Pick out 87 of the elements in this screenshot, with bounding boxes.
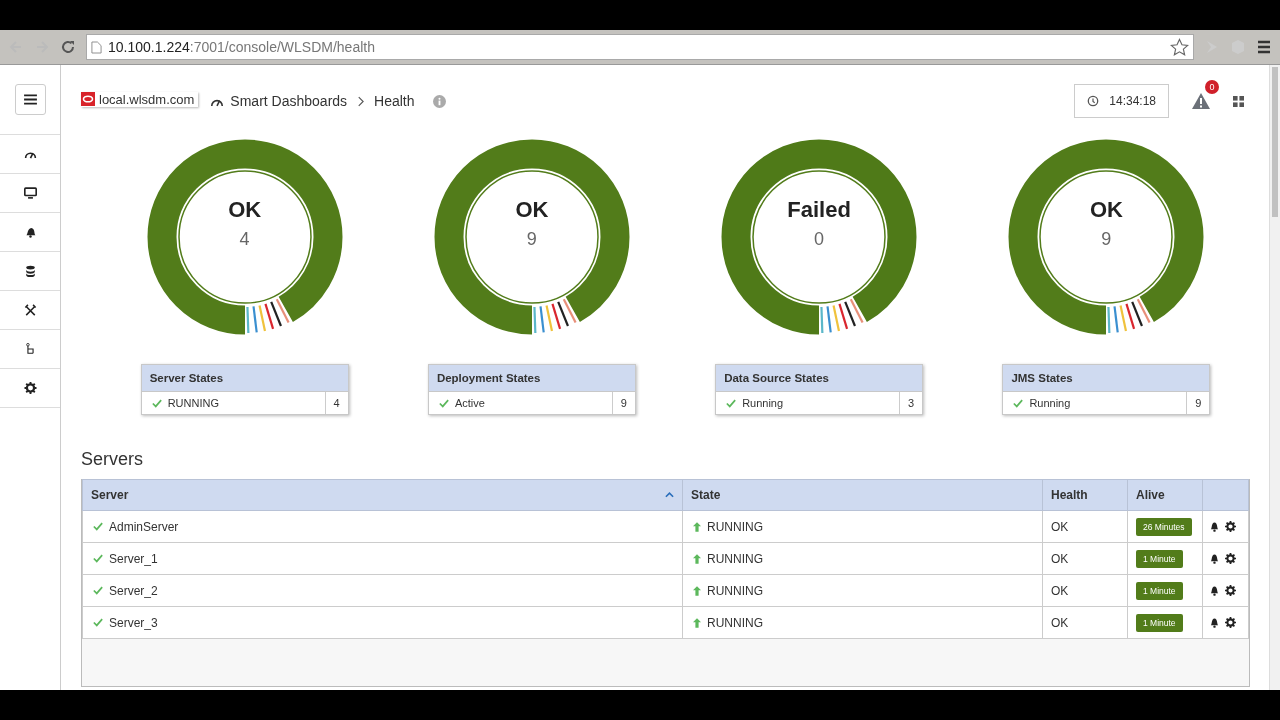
grid-icon[interactable] (1233, 95, 1244, 107)
sort-up-icon (665, 492, 674, 498)
server-health: OK (1051, 519, 1069, 534)
server-name: Server_1 (109, 551, 158, 566)
status-count: 4 (239, 228, 250, 250)
database-icon[interactable] (23, 265, 37, 277)
settings-icon[interactable] (1225, 521, 1236, 532)
breadcrumb-item: Health (374, 93, 415, 109)
column-header[interactable]: State (682, 479, 1043, 511)
status-label: OK (1089, 196, 1123, 223)
warning-icon[interactable] (1191, 92, 1211, 110)
bell-icon[interactable] (1209, 617, 1220, 628)
menu-icon[interactable] (1256, 39, 1272, 55)
page-icon (91, 40, 102, 54)
server-name: Server_3 (109, 615, 158, 630)
chevron-icon (357, 95, 365, 107)
uptime-badge: 26 Minutes (1136, 517, 1192, 536)
server-state: RUNNING (707, 583, 763, 598)
bell-icon[interactable] (1209, 585, 1220, 596)
settings-icon[interactable] (1225, 585, 1236, 596)
server-state: RUNNING (707, 615, 763, 630)
card-title: Deployment States (436, 372, 541, 384)
state-count: 9 (1195, 397, 1202, 409)
status-count: 9 (526, 228, 537, 250)
server-state: RUNNING (707, 551, 763, 566)
star-icon[interactable] (1170, 37, 1189, 57)
section-title: Servers (81, 449, 144, 470)
column-header[interactable]: Server (82, 479, 683, 511)
tools-icon[interactable] (23, 304, 37, 316)
check-icon (726, 398, 737, 408)
settings-icon[interactable] (23, 382, 37, 394)
reload-icon[interactable] (60, 39, 76, 55)
state-label: RUNNING (167, 397, 219, 409)
state-label: Running (742, 397, 784, 409)
bell-icon[interactable] (1209, 553, 1220, 564)
uptime-badge: 1 Minute (1136, 581, 1183, 600)
settings-icon[interactable] (1225, 617, 1236, 628)
server-name: AdminServer (109, 519, 179, 534)
logo-icon (81, 92, 95, 106)
clock-time: 14:34:18 (1109, 94, 1156, 108)
state-count: 3 (908, 397, 915, 409)
settings-icon[interactable] (1225, 553, 1236, 564)
state-count: 9 (620, 397, 627, 409)
breadcrumb-item[interactable]: Smart Dashboards (230, 93, 348, 109)
check-icon (93, 586, 103, 595)
domain-badge[interactable]: local.wlsdm.com (81, 91, 199, 107)
arrow-up-icon (693, 617, 701, 628)
arrow-up-icon (693, 553, 701, 564)
url-text: 10.100.1.224:7001/console/WLSDM/health (108, 39, 376, 55)
server-health: OK (1051, 615, 1069, 630)
alert-count-badge: 0 (1205, 80, 1219, 94)
server-health: OK (1051, 583, 1069, 598)
state-label: Active (454, 397, 485, 409)
menu-icon (23, 94, 37, 105)
status-label: OK (515, 196, 549, 223)
clock-icon (1087, 95, 1100, 107)
server-state: RUNNING (707, 519, 763, 534)
check-icon (438, 398, 449, 408)
check-icon (1013, 398, 1024, 408)
status-label: Failed (787, 196, 851, 223)
address-bar[interactable]: 10.100.1.224:7001/console/WLSDM/health (86, 34, 1194, 60)
state-count: 4 (333, 397, 340, 409)
menu-button[interactable] (14, 84, 46, 115)
check-icon (151, 398, 162, 408)
card-title: Server States (149, 372, 224, 384)
bell-icon[interactable] (1209, 521, 1220, 532)
arrow-up-icon (693, 521, 701, 532)
card-title: JMS States (1011, 372, 1073, 384)
scrollbar[interactable] (1269, 65, 1280, 690)
server-health: OK (1051, 551, 1069, 566)
state-label: Running (1029, 397, 1071, 409)
server-name: Server_2 (109, 583, 158, 598)
card-title: Data Source States (724, 372, 829, 384)
check-icon (93, 554, 103, 563)
domain-text: local.wlsdm.com (99, 91, 195, 107)
check-icon (93, 522, 103, 531)
column-header[interactable]: Health (1042, 479, 1128, 511)
monitor-icon[interactable] (23, 187, 37, 199)
status-count: 0 (814, 228, 825, 250)
uptime-badge: 1 Minute (1136, 549, 1183, 568)
check-icon (93, 618, 103, 627)
arrow-up-icon (693, 585, 701, 596)
status-label: OK (228, 196, 262, 223)
diagram-icon[interactable] (23, 343, 37, 355)
column-header[interactable]: Alive (1127, 479, 1203, 511)
uptime-badge: 1 Minute (1136, 613, 1183, 632)
status-count: 9 (1101, 228, 1112, 250)
